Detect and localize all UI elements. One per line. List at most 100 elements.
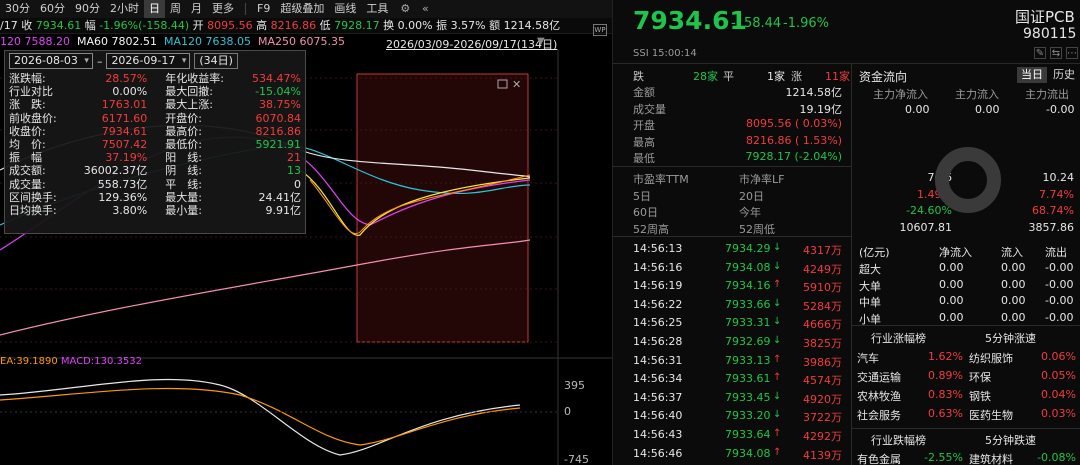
industry-name[interactable]: 医药生物	[969, 407, 1013, 423]
start-date-select[interactable]: 2026-08-03	[9, 53, 93, 69]
stat-value: 8095.56 ( 0.03%)	[745, 117, 842, 130]
industry-name[interactable]: 农林牧渔	[857, 388, 901, 404]
flat-label: 平	[723, 70, 734, 83]
flow-value: 0.00	[1001, 310, 1026, 324]
main-out-value: -0.00	[1046, 103, 1075, 116]
period-tab-7[interactable]: 更多	[207, 0, 239, 18]
stats-value: 0	[294, 177, 301, 191]
dif-line	[0, 378, 521, 456]
end-date-select[interactable]: 2026-09-17	[106, 53, 191, 69]
stat-value: 8216.86 ( 1.53%)	[745, 133, 842, 147]
tab-today[interactable]: 当日	[1017, 67, 1047, 83]
close-label: 收	[21, 19, 33, 32]
period-tab-4[interactable]: 日	[144, 0, 165, 18]
industry-up-title: 行业涨幅榜	[871, 332, 926, 345]
down-count: 28家	[693, 70, 718, 83]
arrow-up-icon: ↑	[773, 353, 782, 365]
stats-label: 最大上涨:	[165, 98, 213, 112]
collapse-icon[interactable]: «	[417, 1, 433, 17]
tick-amount: 4249万	[803, 262, 842, 276]
stats-value: 6171.60	[101, 111, 148, 125]
stats-value: 7507.42	[101, 138, 148, 152]
period-tab-3[interactable]: 2小时	[105, 0, 144, 18]
stats-value: 7934.61	[101, 124, 148, 138]
stat-label: 最低	[633, 152, 655, 165]
stats-label: 成交额:	[9, 164, 46, 178]
settings-icon[interactable]: ⚙	[397, 1, 413, 17]
stats-label: 日均换手:	[9, 204, 57, 218]
range-dropdown-icon[interactable]: ▼	[537, 36, 545, 47]
arrow-down-icon: ↓	[773, 297, 782, 309]
tick-price: 7933.66	[725, 297, 771, 311]
stats-label: 阳 线:	[165, 151, 202, 165]
close-box-icon[interactable]: ✕	[512, 78, 521, 91]
more-icon[interactable]: ⋯	[1066, 47, 1078, 59]
stats-label: 成交量:	[9, 177, 46, 191]
period-tab-6[interactable]: 月	[186, 0, 207, 18]
period-tab-2[interactable]: 90分	[70, 0, 105, 18]
arrow-up-icon: ↑	[773, 446, 782, 458]
tick-price: 7934.08	[725, 446, 771, 460]
arrow-down-icon: ↓	[773, 409, 782, 421]
tab-history[interactable]: 历史	[1049, 67, 1079, 83]
range-days: (34日)	[194, 53, 238, 69]
tool-button-2[interactable]: 画线	[329, 0, 361, 18]
tick-time: 14:56:16	[633, 260, 683, 274]
industry-name[interactable]: 汽车	[857, 350, 879, 366]
stats-label: 区间换手:	[9, 190, 57, 204]
tick-time: 14:56:46	[633, 446, 683, 460]
kline-chart-area[interactable]: 30分 60分 90分 2小时日周月更多 F9 超级叠加 画线 工具 ⚙ « /17 收 7934…	[0, 0, 612, 465]
tick-amount: 4574万	[803, 374, 842, 388]
open-value: 8095.56	[207, 19, 253, 32]
amt-label: 额	[489, 19, 501, 32]
arrow-up-icon: ↑	[773, 372, 782, 384]
price-change: -158.44	[731, 16, 782, 31]
industry-name[interactable]: 环保	[969, 369, 991, 385]
stat-label: 开盘	[633, 119, 655, 132]
ratio-ytd: 68.74%	[1032, 204, 1074, 217]
stats-label: 最低价:	[165, 138, 202, 152]
industry-name[interactable]: 交通运输	[857, 369, 901, 385]
tick-price: 7933.61	[725, 372, 771, 386]
industry-name[interactable]: 有色金属	[857, 451, 901, 465]
tool-button-1[interactable]: 超级叠加	[275, 0, 329, 18]
stats-value: 558.73亿	[97, 177, 148, 191]
amp-value: 3.57%	[450, 19, 486, 32]
main-in-label: 主力流入	[955, 88, 999, 101]
industry-pct: 0.04%	[1041, 388, 1076, 401]
flat-count: 1家	[767, 70, 785, 83]
last-price: 7934.61	[633, 6, 747, 35]
range-highlight-box[interactable]	[356, 73, 529, 343]
industry-name[interactable]: 纺织服饰	[969, 350, 1013, 366]
period-tab-0[interactable]: 30分	[0, 0, 35, 18]
tool-button-3[interactable]: 工具	[361, 0, 393, 18]
tick-time: 14:56:25	[633, 316, 683, 330]
ratio-d20: 7.74%	[1039, 187, 1074, 201]
period-tab-5[interactable]: 周	[165, 0, 186, 18]
speed-down-title: 5分钟跌速	[985, 434, 1036, 447]
tick-price: 7934.08	[725, 260, 771, 274]
flow-value: -0.00	[1045, 277, 1074, 291]
window-mode-icon[interactable]: WP	[593, 24, 607, 36]
industry-name[interactable]: 钢铁	[969, 388, 991, 404]
industry-pct: -0.08%	[1037, 451, 1076, 464]
link-icon[interactable]: ⇆	[1050, 47, 1062, 59]
open-label: 开	[192, 19, 204, 32]
industry-name[interactable]: 建筑材料	[969, 451, 1013, 465]
close-value: 7934.61	[35, 19, 82, 32]
industry-name[interactable]: 社会服务	[857, 407, 901, 423]
flow-head: 流出	[1045, 246, 1067, 259]
macd-legend: EA:39.1890 MACD:130.3532	[0, 356, 142, 367]
stats-label: 涨跌幅:	[9, 72, 46, 85]
up-label: 涨	[791, 70, 802, 83]
high-label: 高	[256, 19, 268, 32]
edit-icon[interactable]: ✎	[1034, 47, 1046, 59]
ma-legend: 120 7588.20 MA60 7802.51 MA120 7638.05 M…	[0, 35, 345, 49]
tick-price: 7933.20	[725, 409, 771, 423]
period-tab-1[interactable]: 60分	[35, 0, 70, 18]
stats-row: 涨跌幅: 28.57% 年化收益率: 534.47%	[5, 72, 305, 85]
turnover-value: 0.00%	[397, 19, 433, 32]
price-change-pct: -1.96%	[783, 16, 829, 31]
toolbar-separator	[245, 3, 246, 15]
tool-button-0[interactable]: F9	[252, 0, 275, 18]
